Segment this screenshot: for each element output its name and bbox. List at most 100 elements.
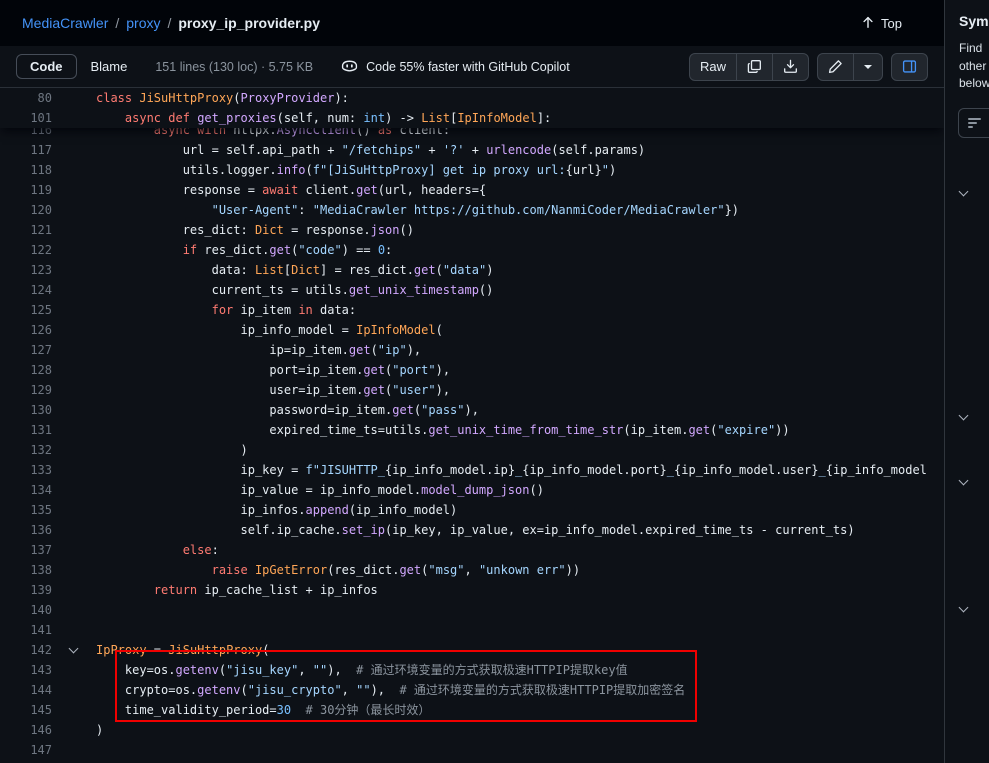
line-number[interactable]: 122 (0, 240, 52, 260)
fold-spacer (52, 740, 96, 760)
line-number[interactable]: 135 (0, 500, 52, 520)
code-line-117: 117 url = self.api_path + "/fetchips" + … (0, 140, 944, 160)
code-text: time_validity_period=30 # 30分钟（最长时效） (96, 700, 944, 720)
back-to-top-link[interactable]: Top (861, 15, 902, 32)
code-text: raise IpGetError(res_dict.get("msg", "un… (96, 560, 944, 580)
line-number[interactable]: 142 (0, 640, 52, 660)
line-number[interactable]: 129 (0, 380, 52, 400)
back-to-top-label: Top (881, 16, 902, 31)
chevron-down-icon[interactable] (959, 477, 969, 487)
code-line-143: 143 key=os.getenv("jisu_key", ""), # 通过环… (0, 660, 944, 680)
code-line-124: 124 current_ts = utils.get_unix_timestam… (0, 280, 944, 300)
edit-button-group (817, 53, 883, 81)
line-number[interactable]: 130 (0, 400, 52, 420)
code-line-134: 134 ip_value = ip_info_model.model_dump_… (0, 480, 944, 500)
line-number[interactable]: 143 (0, 660, 52, 680)
line-number[interactable]: 118 (0, 160, 52, 180)
code-line-126: 126 ip_info_model = IpInfoModel( (0, 320, 944, 340)
line-number[interactable]: 127 (0, 340, 52, 360)
line-number[interactable]: 131 (0, 420, 52, 440)
line-number[interactable]: 141 (0, 620, 52, 640)
code-text: ip_key = f"JISUHTTP_{ip_info_model.ip}_{… (96, 460, 944, 480)
code-line-121: 121 res_dict: Dict = response.json() (0, 220, 944, 240)
line-number[interactable]: 145 (0, 700, 52, 720)
chevron-down-icon[interactable] (959, 188, 969, 198)
line-number[interactable]: 133 (0, 460, 52, 480)
breadcrumb-repo-link[interactable]: MediaCrawler (22, 15, 108, 31)
line-number[interactable]: 125 (0, 300, 52, 320)
tab-blame[interactable]: Blame (77, 54, 142, 79)
copilot-banner-text[interactable]: Code 55% faster with GitHub Copilot (366, 60, 570, 74)
line-number[interactable]: 117 (0, 140, 52, 160)
line-number[interactable]: 139 (0, 580, 52, 600)
code-line-131: 131 expired_time_ts=utils.get_unix_time_… (0, 420, 944, 440)
fold-spacer (52, 340, 96, 360)
breadcrumb-separator: / (115, 15, 119, 31)
line-number[interactable]: 121 (0, 220, 52, 240)
line-number[interactable]: 120 (0, 200, 52, 220)
code-line-136: 136 self.ip_cache.set_ip(ip_key, ip_valu… (0, 520, 944, 540)
code-text: url = self.api_path + "/fetchips" + '?' … (96, 140, 944, 160)
edit-button[interactable] (817, 53, 854, 81)
breadcrumb-dir-link[interactable]: proxy (126, 15, 160, 31)
fold-spacer (52, 580, 96, 600)
sticky-lines: 80class JiSuHttpProxy(ProxyProvider):101… (0, 88, 944, 128)
code-line-144: 144 crypto=os.getenv("jisu_crypto", ""),… (0, 680, 944, 700)
fold-spacer (52, 260, 96, 280)
fold-chevron-icon[interactable] (52, 640, 96, 660)
code-text: for ip_item in data: (96, 300, 944, 320)
line-number[interactable]: 116 (0, 128, 52, 140)
chevron-down-icon[interactable] (959, 412, 969, 422)
line-number[interactable]: 147 (0, 740, 52, 760)
chevron-down-icon (864, 65, 872, 73)
line-number[interactable]: 128 (0, 360, 52, 380)
fold-spacer (52, 360, 96, 380)
fold-spacer (52, 680, 96, 700)
raw-button-group: Raw (689, 53, 809, 81)
tab-code[interactable]: Code (16, 54, 77, 79)
code-line-132: 132 ) (0, 440, 944, 460)
fold-spacer (52, 500, 96, 520)
symbols-panel-toggle-button[interactable] (891, 53, 928, 81)
line-number[interactable]: 126 (0, 320, 52, 340)
line-number[interactable]: 119 (0, 180, 52, 200)
fold-spacer (52, 720, 96, 740)
breadcrumb-file-name: proxy_ip_provider.py (178, 15, 320, 31)
code-line-139: 139 return ip_cache_list + ip_infos (0, 580, 944, 600)
line-number[interactable]: 123 (0, 260, 52, 280)
line-number[interactable]: 80 (0, 88, 52, 108)
breadcrumb: MediaCrawler / proxy / proxy_ip_provider… (22, 15, 320, 31)
code-lines: 116 async with httpx.AsyncClient() as cl… (0, 128, 944, 760)
code-text: "User-Agent": "MediaCrawler https://gith… (96, 200, 944, 220)
code-text: if res_dict.get("code") == 0: (96, 240, 944, 260)
symbols-description-line: below (959, 75, 989, 93)
line-number[interactable]: 140 (0, 600, 52, 620)
line-number[interactable]: 136 (0, 520, 52, 540)
fold-spacer (52, 380, 96, 400)
fold-spacer (52, 240, 96, 260)
code-line-147: 147 (0, 740, 944, 760)
chevron-down-icon[interactable] (959, 604, 969, 614)
line-number[interactable]: 134 (0, 480, 52, 500)
line-number[interactable]: 137 (0, 540, 52, 560)
copy-button[interactable] (736, 53, 773, 81)
line-number[interactable]: 101 (0, 108, 52, 128)
line-number[interactable]: 144 (0, 680, 52, 700)
download-button[interactable] (772, 53, 809, 81)
github-code-view: MediaCrawler / proxy / proxy_ip_provider… (0, 0, 989, 763)
edit-dropdown-button[interactable] (853, 53, 883, 81)
line-number[interactable]: 138 (0, 560, 52, 580)
code-line-145: 145 time_validity_period=30 # 30分钟（最长时效） (0, 700, 944, 720)
filter-button[interactable] (958, 108, 989, 138)
line-number[interactable]: 132 (0, 440, 52, 460)
fold-spacer (52, 140, 96, 160)
code-text: key=os.getenv("jisu_key", ""), # 通过环境变量的… (96, 660, 944, 680)
code-editor: 80class JiSuHttpProxy(ProxyProvider):101… (0, 88, 944, 763)
download-icon (783, 59, 798, 74)
code-line-133: 133 ip_key = f"JISUHTTP_{ip_info_model.i… (0, 460, 944, 480)
raw-button[interactable]: Raw (689, 53, 737, 81)
code-line-122: 122 if res_dict.get("code") == 0: (0, 240, 944, 260)
line-number[interactable]: 124 (0, 280, 52, 300)
line-number[interactable]: 146 (0, 720, 52, 740)
code-text: crypto=os.getenv("jisu_crypto", ""), # 通… (96, 680, 944, 700)
